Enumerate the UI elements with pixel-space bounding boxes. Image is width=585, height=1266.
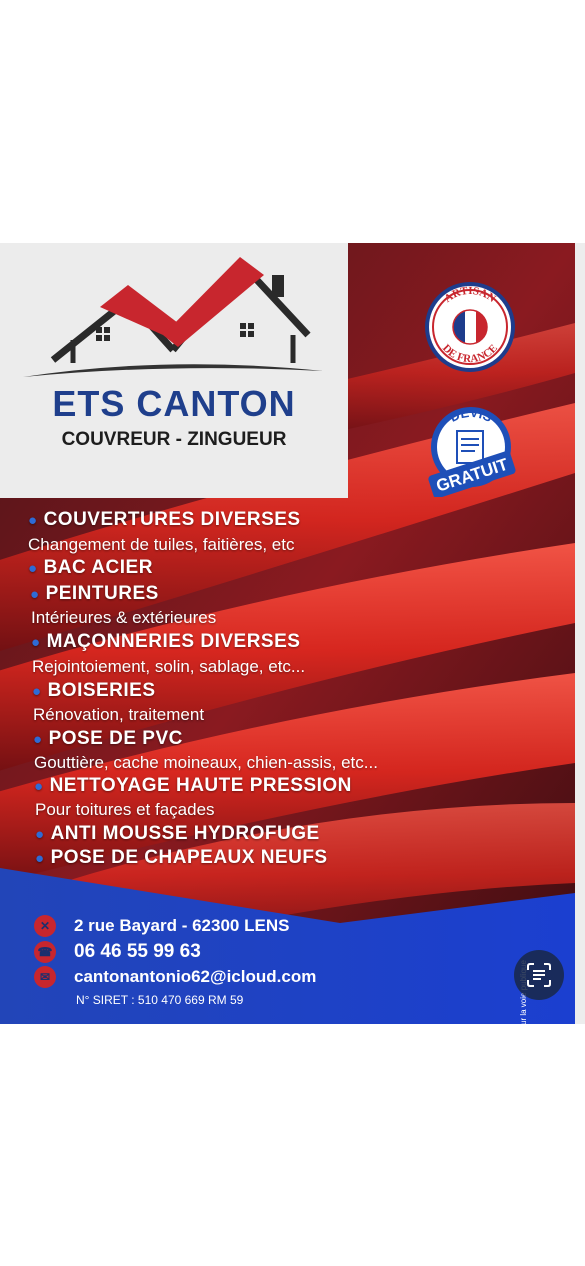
service-title: ● MAÇONNERIES DIVERSES — [31, 631, 301, 652]
siret-number: N° SIRET : 510 470 669 RM 59 — [76, 993, 244, 1007]
service-title: ● BAC ACIER — [28, 557, 153, 578]
service-title: ● ANTI MOUSSE HYDROFUGE — [35, 823, 320, 844]
contact-email: ✉ cantonantonio62@icloud.com — [34, 966, 316, 988]
devis-gratuit-badge: DEVIS GRATUIT — [428, 405, 516, 497]
service-description: Gouttière, cache moineaux, chien-assis, … — [34, 753, 378, 772]
french-flag-icon — [452, 309, 488, 345]
phone-icon: ☎ — [34, 941, 56, 963]
bullet-icon: ● — [30, 586, 40, 603]
artisan-de-france-badge: ARTISAN DE FRANCE — [425, 282, 515, 372]
service-title: ● COUVERTURES DIVERSES — [28, 509, 301, 530]
service-title: ● BOISERIES — [32, 680, 156, 701]
service-title: ● POSE DE CHAPEAUX NEUFS — [35, 847, 328, 868]
location-pin-icon: ✕ — [34, 915, 56, 937]
photo-edge — [575, 243, 585, 1024]
bullet-icon: ● — [34, 778, 44, 795]
contact-phone: ☎ 06 46 55 99 63 — [34, 941, 201, 963]
bullet-icon: ● — [28, 560, 38, 577]
service-description: Intérieures & extérieures — [31, 608, 217, 627]
bullet-icon: ● — [35, 826, 45, 843]
service-title: ● NETTOYAGE HAUTE PRESSION — [34, 775, 352, 796]
logo-panel: ETS CANTON COUVREUR - ZINGUEUR — [0, 243, 348, 498]
bullet-icon: ● — [32, 683, 42, 700]
flyer-photo: ETS CANTON COUVREUR - ZINGUEUR ARTISAN D… — [0, 243, 575, 1024]
text-scan-icon — [527, 963, 551, 987]
document-icon — [456, 430, 484, 464]
bullet-icon: ● — [33, 731, 43, 748]
text-scan-button[interactable] — [514, 950, 564, 1000]
service-title: ● POSE DE PVC — [33, 728, 183, 749]
contact-address: ✕ 2 rue Bayard - 62300 LENS — [34, 915, 289, 937]
house-roof-logo — [23, 257, 323, 377]
service-description: Rejointoiement, solin, sablage, etc... — [32, 657, 306, 676]
bullet-icon: ● — [35, 850, 45, 867]
bullet-icon: ● — [31, 634, 41, 651]
service-title: ● PEINTURES — [30, 583, 159, 604]
service-description: Changement de tuiles, faitières, etc — [28, 535, 295, 554]
envelope-icon: ✉ — [34, 966, 56, 988]
service-description: Pour toitures et façades — [35, 800, 215, 819]
company-subtitle: COUVREUR - ZINGUEUR — [61, 429, 287, 450]
company-name: ETS CANTON — [52, 383, 296, 424]
service-description: Rénovation, traitement — [33, 705, 205, 724]
bullet-icon: ● — [28, 512, 38, 529]
